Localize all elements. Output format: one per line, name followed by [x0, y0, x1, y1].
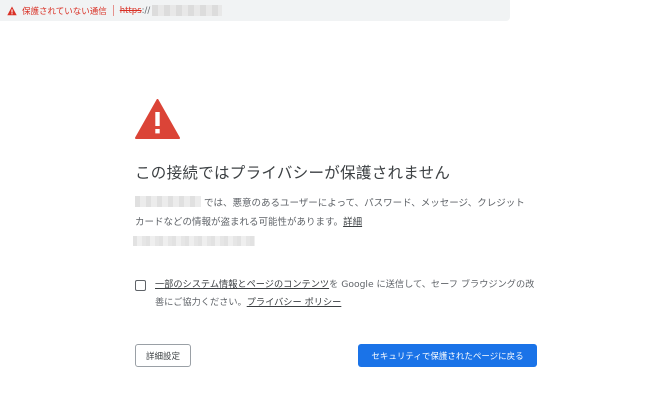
privacy-policy-link[interactable]: プライバシー ポリシー — [247, 297, 342, 308]
error-code-redacted — [133, 236, 255, 246]
back-to-safety-button[interactable]: セキュリティで保護されたページに戻る — [358, 344, 537, 367]
safe-browsing-optin: 一部のシステム情報とページのコンテンツを Google に送信して、セーフ ブラ… — [135, 276, 535, 312]
page-title: この接続ではプライバシーが保護されません — [135, 164, 451, 182]
url-host-redacted — [152, 5, 223, 16]
warning-description: では、悪意のあるユーザーによって、パスワード、メッセージ、クレジット カードなど… — [135, 194, 530, 232]
url-scheme-suffix: :// — [141, 5, 151, 16]
details-link[interactable]: 詳細 — [343, 217, 362, 228]
address-bar[interactable]: 保護されていない通信 https:// — [0, 0, 510, 21]
url-scheme: https — [119, 5, 142, 16]
optin-checkbox[interactable] — [135, 280, 146, 291]
advanced-button[interactable]: 詳細設定 — [135, 344, 191, 367]
warning-icon — [135, 99, 180, 139]
optin-text: 一部のシステム情報とページのコンテンツを Google に送信して、セーフ ブラ… — [155, 276, 535, 312]
system-info-link[interactable]: 一部のシステム情報とページのコンテンツ — [155, 279, 329, 290]
address-separator — [112, 5, 114, 16]
site-name-redacted — [135, 196, 201, 207]
not-secure-label[interactable]: 保護されていない通信 — [22, 5, 107, 17]
warning-icon — [7, 6, 17, 15]
